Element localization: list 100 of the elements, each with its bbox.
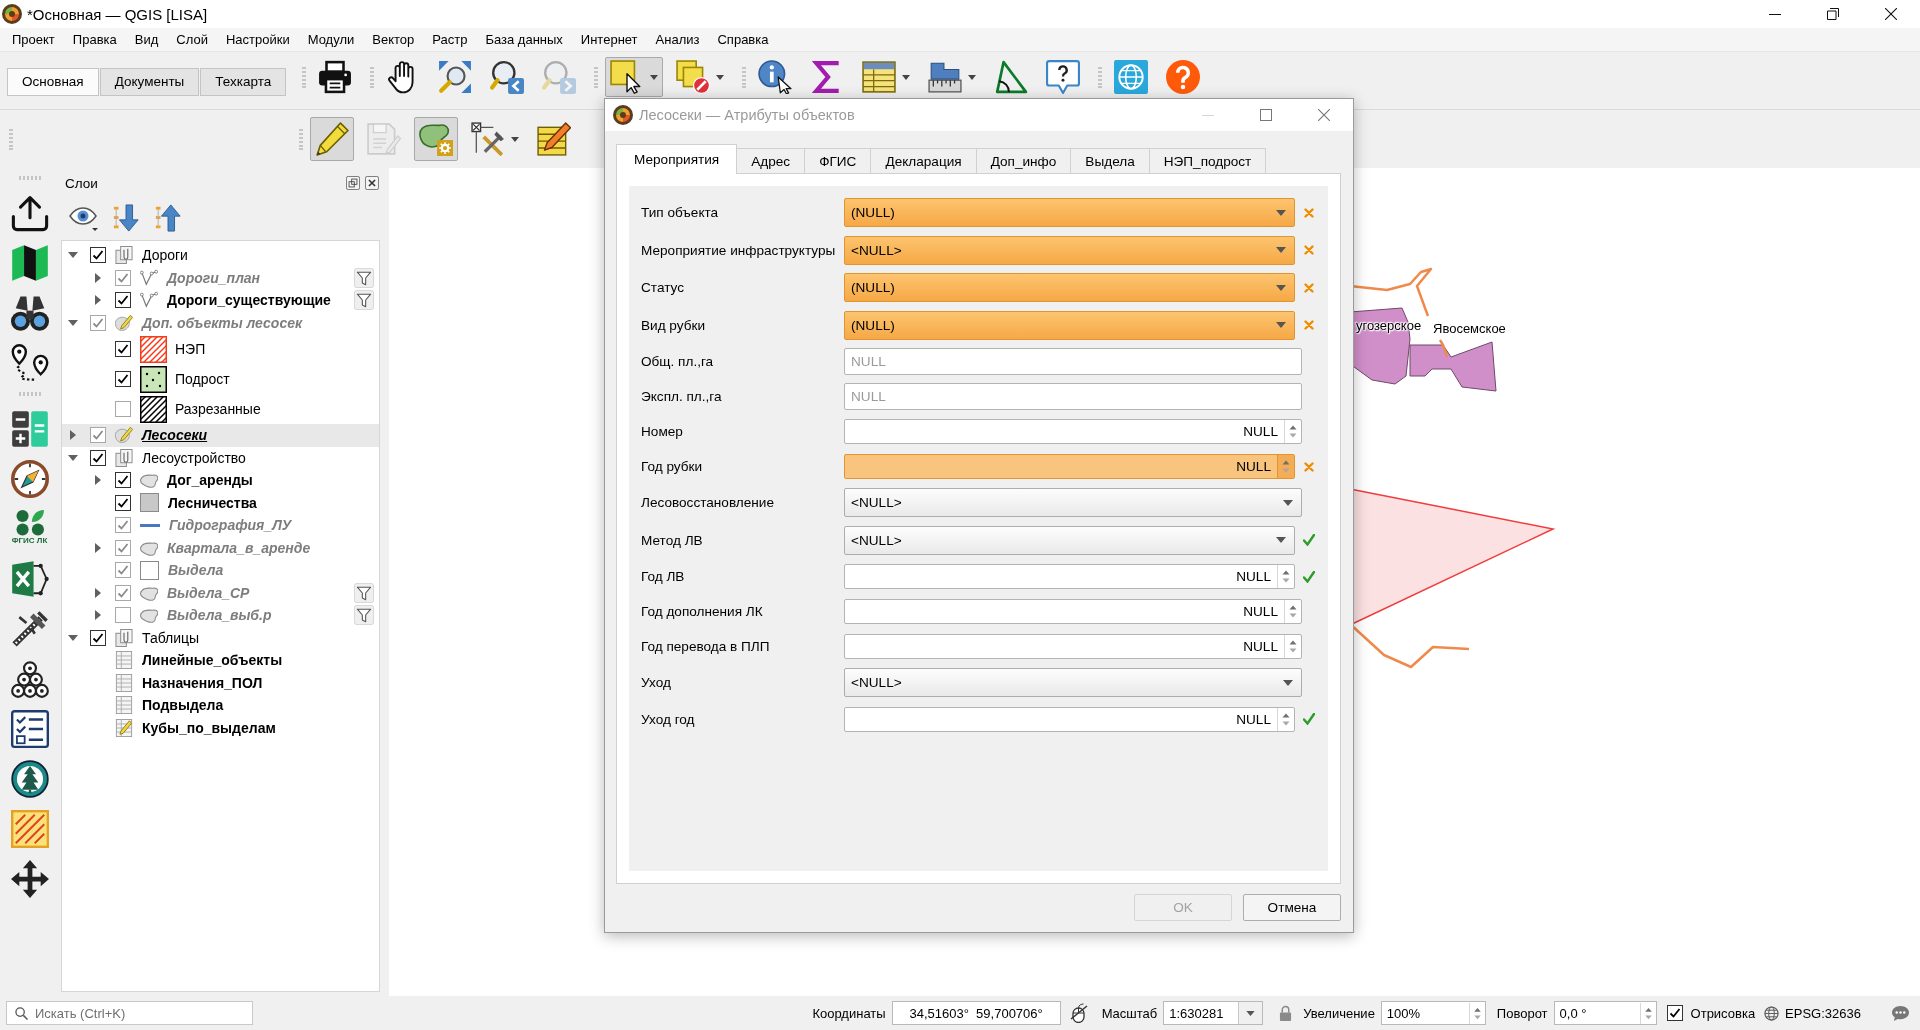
layer-name[interactable]: Таблицы (142, 629, 200, 646)
checkbox[interactable] (115, 371, 131, 387)
checkbox[interactable] (90, 629, 106, 646)
number-field[interactable]: NULL (844, 454, 1295, 479)
calculator-icon[interactable] (10, 410, 49, 448)
checkbox[interactable] (115, 341, 131, 357)
menu-item[interactable]: Растр (423, 29, 477, 50)
layer-name[interactable]: Лесничества (168, 494, 257, 511)
filter-icon[interactable] (354, 267, 374, 288)
tab[interactable]: Техкарта (200, 68, 287, 96)
checkbox[interactable] (90, 314, 106, 331)
filter-icon[interactable] (354, 582, 374, 603)
grip-handle[interactable] (1098, 66, 1103, 88)
layer-name[interactable]: Выдела (168, 562, 224, 579)
layer-name[interactable]: Квартала_в_аренде (167, 539, 311, 556)
hatched-square-icon[interactable] (10, 810, 49, 848)
tab[interactable]: НЭП_подрост (1148, 148, 1267, 174)
layer-name[interactable]: Назначения_ПОЛ (142, 674, 263, 691)
mouse-icon[interactable] (1069, 1003, 1088, 1023)
spreadsheet-icon[interactable] (10, 560, 49, 598)
select-button[interactable] (605, 57, 664, 97)
dropdown[interactable]: <NULL> (844, 235, 1295, 265)
menu-item[interactable]: Анализ (646, 29, 709, 50)
log-pile-icon[interactable] (10, 660, 49, 698)
layer-name[interactable]: Лесосеки (142, 427, 208, 444)
arrow-up-icon[interactable] (153, 204, 183, 232)
menu-item[interactable]: Настройки (216, 29, 299, 50)
checkbox[interactable] (115, 472, 131, 489)
menu-item[interactable]: Вектор (363, 29, 424, 50)
menu-item[interactable]: Модули (298, 29, 364, 50)
layer-name[interactable]: Линейные_объекты (142, 652, 283, 669)
layer-name[interactable]: Лесоустройство (142, 449, 246, 466)
float-icon[interactable] (346, 176, 360, 190)
dropdown[interactable]: <NULL> (844, 668, 1302, 698)
grip-handle[interactable] (594, 66, 599, 88)
lock-icon[interactable] (1279, 1005, 1293, 1021)
caliper-icon[interactable] (10, 610, 49, 648)
checkbox[interactable] (90, 427, 106, 444)
number-field[interactable]: NULL (844, 599, 1302, 624)
checkbox[interactable] (115, 584, 131, 601)
edit-button[interactable] (310, 117, 354, 161)
move-arrows-icon[interactable] (10, 860, 49, 898)
caret-icon[interactable] (95, 295, 101, 306)
layer-name[interactable]: Выдела_выб.р (167, 607, 272, 624)
tree-badge-icon[interactable] (10, 760, 49, 798)
layer-name[interactable]: Подвыдела (142, 697, 224, 714)
grip-handle[interactable] (302, 66, 307, 88)
dropdown[interactable]: (NULL) (844, 273, 1295, 303)
minimize-icon[interactable] (1769, 13, 1781, 15)
checklist-icon[interactable] (10, 710, 49, 748)
rotation-field[interactable]: 0,0 ° (1553, 1001, 1657, 1025)
checkbox-label[interactable]: Отрисовка (1690, 1005, 1756, 1021)
checkbox[interactable] (115, 494, 131, 511)
dropdown[interactable]: <NULL> (844, 488, 1302, 518)
grip-handle[interactable] (18, 176, 41, 180)
menu-item[interactable]: База данных (476, 29, 572, 50)
grip-handle[interactable] (370, 66, 375, 88)
caret-icon[interactable] (70, 430, 76, 441)
number-field[interactable]: NULL (844, 564, 1295, 589)
checkbox[interactable] (115, 292, 131, 309)
close-icon[interactable] (1885, 8, 1897, 20)
dropdown[interactable]: (NULL) (844, 198, 1295, 228)
layer-name[interactable]: Выдела_СР (167, 584, 250, 601)
grip-handle[interactable] (299, 128, 303, 150)
caret-icon[interactable] (68, 634, 78, 641)
filter-icon[interactable] (354, 605, 374, 626)
checkbox[interactable] (115, 562, 131, 579)
caret-icon[interactable] (95, 587, 101, 598)
labeled-tool-button[interactable]: ФГИС ЛК (7, 509, 52, 549)
compass-icon[interactable] (10, 460, 49, 498)
layer-name[interactable]: Кубы_по_выделам (142, 719, 276, 736)
grip-handle[interactable] (9, 128, 13, 150)
upload-icon[interactable] (10, 194, 49, 232)
checkbox[interactable] (90, 247, 106, 264)
layer-name[interactable]: Гидрография_ЛУ (169, 517, 292, 534)
menu-item[interactable]: Слой (167, 29, 217, 50)
tab[interactable]: Основная (7, 68, 99, 96)
tab[interactable]: Документы (99, 68, 200, 96)
checkbox[interactable] (115, 607, 131, 624)
folded-map-icon[interactable] (10, 244, 49, 282)
maximize-icon[interactable] (1827, 8, 1839, 20)
route-pins-icon[interactable] (10, 344, 49, 382)
coordinates-field[interactable]: 34,51603° 59,700706° (891, 1001, 1061, 1025)
menu-item[interactable]: Проект (3, 29, 64, 50)
layer-name[interactable]: Дог_аренды (167, 472, 253, 489)
grip-handle[interactable] (742, 66, 747, 88)
checkbox[interactable] (90, 449, 106, 466)
checkbox[interactable] (115, 539, 131, 556)
menu-item[interactable]: Справка (708, 29, 778, 50)
scale-dropdown[interactable]: 1:630281 (1163, 1001, 1264, 1025)
caret-icon[interactable] (95, 475, 101, 486)
eye-icon[interactable] (69, 204, 99, 232)
layer-name[interactable]: НЭП (175, 341, 206, 357)
binoculars-icon[interactable] (10, 294, 49, 332)
grip-handle[interactable] (18, 392, 41, 396)
dropdown[interactable]: <NULL> (844, 525, 1295, 555)
crs-button[interactable]: EPSG:32636 (1764, 1005, 1861, 1021)
layer-name[interactable]: Разрезанные (175, 401, 261, 417)
number-field[interactable]: NULL (844, 634, 1302, 659)
layer-name[interactable]: Дороги (142, 247, 188, 264)
